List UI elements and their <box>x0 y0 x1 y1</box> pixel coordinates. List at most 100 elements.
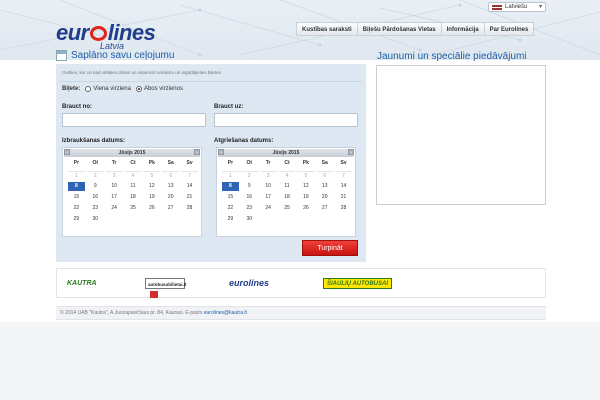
calendar-day[interactable]: 6 <box>162 171 180 180</box>
nav-item-information[interactable]: Informācija <box>441 22 485 36</box>
eurolines-partner-logo[interactable]: eurolines <box>229 278 269 289</box>
weekday-header: Pk <box>302 160 309 166</box>
calendar-day[interactable]: 23 <box>87 204 104 213</box>
ticket-one-way-radio[interactable] <box>85 86 92 92</box>
calendar-day[interactable]: 14 <box>335 182 352 191</box>
calendar-day[interactable]: 2 <box>86 171 104 180</box>
footer-text: © 2014 UAB "Kautra", A.Juozapavičiaus pr… <box>60 310 204 316</box>
calendar-day <box>260 215 277 224</box>
prev-month-icon[interactable]: ‹ <box>64 149 70 155</box>
calendar-day[interactable]: 25 <box>279 204 296 213</box>
to-input[interactable] <box>214 113 358 127</box>
calendar-day[interactable]: 17 <box>106 193 123 202</box>
calendar-day[interactable]: 18 <box>279 193 296 202</box>
calendar-day[interactable]: 29 <box>68 215 85 224</box>
calendar-grid: Pr Ot Tr Ct Pk Sa Sv 1 2 3 4 5 6 7 8 9 10 11 12 13 14 15 16 17 1… <box>221 159 353 225</box>
weekday-header: Tr <box>111 160 117 166</box>
calendar-day[interactable]: 6 <box>316 171 334 180</box>
nav-item-about[interactable]: Par Eurolines <box>484 22 535 36</box>
calendar-day[interactable]: 4 <box>278 171 296 180</box>
calendar-day[interactable]: 30 <box>241 215 258 224</box>
calendar-day[interactable]: 26 <box>143 204 160 213</box>
calendar-day[interactable]: 24 <box>106 204 123 213</box>
chevron-down-icon: ▾ <box>538 4 542 10</box>
calendar-day[interactable]: 28 <box>181 204 198 213</box>
weekday-header: Ct <box>130 160 136 166</box>
calendar-day[interactable]: 27 <box>316 204 333 213</box>
calendar-day[interactable]: 11 <box>125 182 142 191</box>
calendar-day[interactable]: 20 <box>316 193 333 202</box>
calendar-icon <box>56 50 67 61</box>
news-box <box>376 65 546 205</box>
next-month-icon[interactable]: › <box>194 149 200 155</box>
latvia-flag-icon <box>492 5 502 10</box>
calendar-day[interactable]: 12 <box>297 182 314 191</box>
calendar-day[interactable]: 7 <box>335 171 352 180</box>
calendar-day[interactable]: 19 <box>143 193 160 202</box>
calendar-day[interactable]: 5 <box>297 171 315 180</box>
ticket-round-trip-radio[interactable] <box>135 86 142 92</box>
prev-month-icon[interactable]: ‹ <box>218 149 224 155</box>
logo-circle-icon <box>89 26 107 41</box>
calendar-day[interactable]: 30 <box>87 215 104 224</box>
calendar-day <box>279 215 296 224</box>
calendar-day[interactable]: 26 <box>297 204 314 213</box>
calendar-day[interactable]: 5 <box>143 171 161 180</box>
weekday-header: Sa <box>167 160 174 166</box>
calendar-day[interactable]: 23 <box>241 204 258 213</box>
calendar-day[interactable]: 18 <box>125 193 142 202</box>
calendar-day[interactable]: 27 <box>162 204 179 213</box>
calendar-day[interactable]: 8 <box>68 182 85 191</box>
calendar-day[interactable]: 25 <box>125 204 142 213</box>
bus-icon <box>150 291 158 298</box>
calendar-day[interactable]: 28 <box>335 204 352 213</box>
calendar-day <box>106 215 123 224</box>
calendar-day[interactable]: 10 <box>260 182 277 191</box>
next-month-icon[interactable]: › <box>348 149 354 155</box>
calendar-day[interactable]: 22 <box>222 204 239 213</box>
ticket-label: Biļete: <box>62 86 81 92</box>
planner-title: Saplāno savu ceļojumu <box>71 50 175 61</box>
calendar-day <box>181 215 198 224</box>
calendar-day[interactable]: 22 <box>68 204 85 213</box>
calendar-day[interactable]: 16 <box>87 193 104 202</box>
calendar-day[interactable]: 12 <box>143 182 160 191</box>
calendar-day[interactable]: 8 <box>222 182 239 191</box>
kautra-logo[interactable]: KAUTRA <box>67 278 97 289</box>
eurolines-logo[interactable]: eur lines Latvia <box>56 22 156 52</box>
calendar-day[interactable]: 14 <box>181 182 198 191</box>
nav-item-sales-points[interactable]: Biļešu Pārdošanas Vietas <box>357 22 442 36</box>
calendar-day[interactable]: 21 <box>335 193 352 202</box>
footer-email-link[interactable]: eurolines@kautra.lt <box>204 310 247 316</box>
continue-button[interactable]: Turpināt <box>302 240 358 256</box>
ticket-round-trip-label: Abos virzienos <box>143 86 183 92</box>
calendar-day[interactable]: 9 <box>241 182 258 191</box>
calendar-day[interactable]: 7 <box>181 171 198 180</box>
siauliu-autobusai-logo[interactable]: ŠIAULIŲ AUTOBUSAI <box>323 278 393 289</box>
calendar-day[interactable]: 13 <box>162 182 179 191</box>
calendar-day[interactable]: 1 <box>222 171 239 180</box>
calendar-day[interactable]: 24 <box>260 204 277 213</box>
nav-item-timetables[interactable]: Kustības saraksti <box>296 22 358 36</box>
calendar-day[interactable]: 11 <box>279 182 296 191</box>
calendar-day[interactable]: 3 <box>105 171 123 180</box>
calendar-day[interactable]: 9 <box>87 182 104 191</box>
calendar-day[interactable]: 20 <box>162 193 179 202</box>
calendar-day[interactable]: 15 <box>68 193 85 202</box>
language-select[interactable]: Latviešu ▾ <box>488 2 546 12</box>
calendar-day[interactable]: 10 <box>106 182 123 191</box>
calendar-day[interactable]: 17 <box>260 193 277 202</box>
calendar-day[interactable]: 19 <box>297 193 314 202</box>
calendar-day[interactable]: 1 <box>68 171 85 180</box>
calendar-day[interactable]: 3 <box>259 171 277 180</box>
calendar-day[interactable]: 29 <box>222 215 239 224</box>
weekday-header: Ot <box>92 160 99 166</box>
calendar-day[interactable]: 16 <box>241 193 258 202</box>
calendar-day[interactable]: 4 <box>124 171 142 180</box>
calendar-day[interactable]: 21 <box>181 193 198 202</box>
calendar-day[interactable]: 13 <box>316 182 333 191</box>
calendar-day[interactable]: 15 <box>222 193 239 202</box>
autobusubilietai-logo[interactable]: autobusubilietai.lt <box>145 278 187 298</box>
calendar-day[interactable]: 2 <box>240 171 258 180</box>
from-input[interactable] <box>62 113 206 127</box>
